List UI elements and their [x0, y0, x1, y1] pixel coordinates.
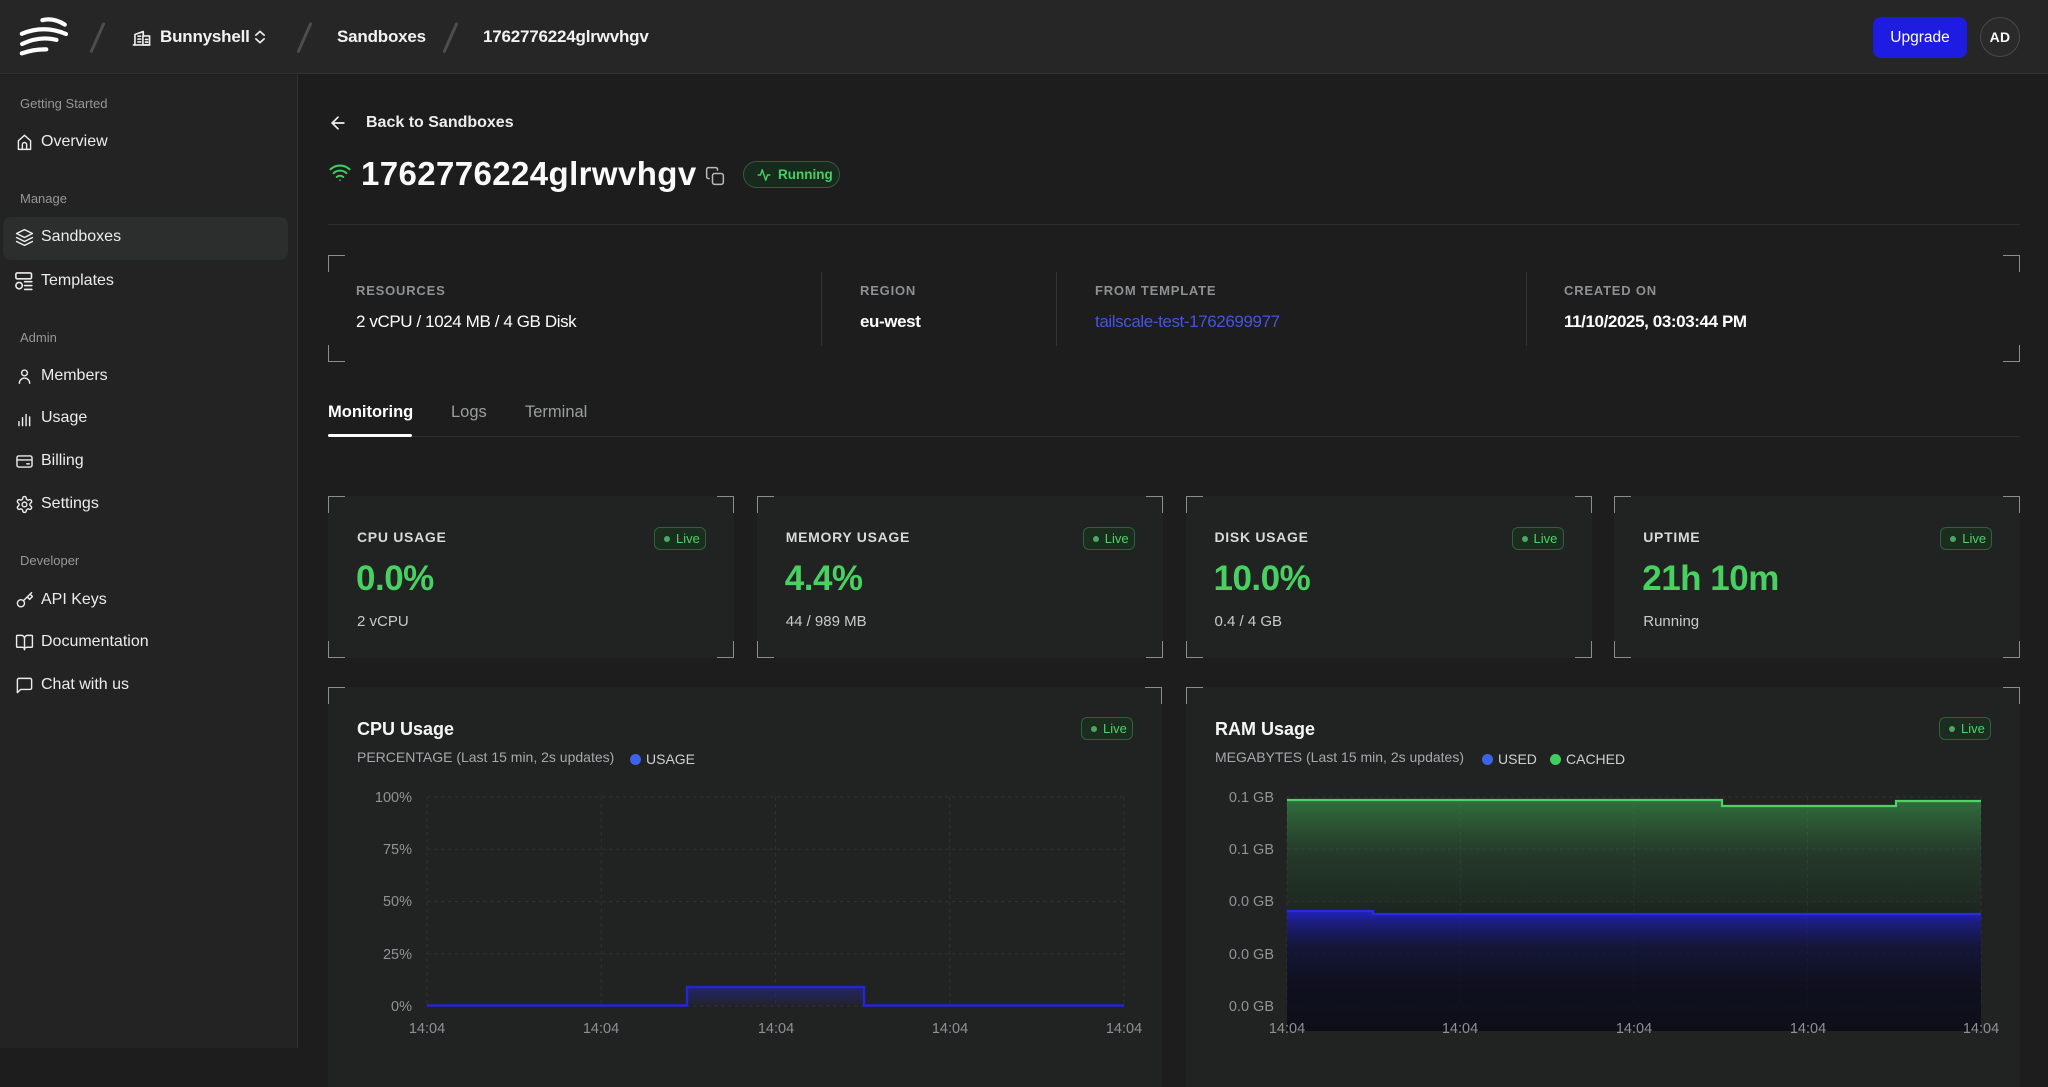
svg-text:14:04: 14:04	[758, 1021, 794, 1037]
svg-text:14:04: 14:04	[1790, 1021, 1826, 1037]
svg-text:14:04: 14:04	[409, 1021, 445, 1037]
svg-text:100%: 100%	[375, 790, 412, 806]
svg-text:0.1 GB: 0.1 GB	[1229, 842, 1274, 858]
svg-text:14:04: 14:04	[1269, 1021, 1305, 1037]
svg-text:0.0 GB: 0.0 GB	[1229, 999, 1274, 1015]
svg-text:75%: 75%	[383, 842, 412, 858]
svg-text:0.0 GB: 0.0 GB	[1229, 894, 1274, 910]
svg-text:25%: 25%	[383, 947, 412, 963]
svg-text:50%: 50%	[383, 894, 412, 910]
svg-text:0%: 0%	[391, 999, 412, 1015]
svg-text:0.0 GB: 0.0 GB	[1229, 947, 1274, 963]
svg-text:14:04: 14:04	[932, 1021, 968, 1037]
svg-text:0.1 GB: 0.1 GB	[1229, 790, 1274, 806]
svg-text:14:04: 14:04	[1442, 1021, 1478, 1037]
svg-text:14:04: 14:04	[1616, 1021, 1652, 1037]
svg-text:14:04: 14:04	[1963, 1021, 1999, 1037]
svg-text:14:04: 14:04	[1106, 1021, 1142, 1037]
svg-text:14:04: 14:04	[583, 1021, 619, 1037]
